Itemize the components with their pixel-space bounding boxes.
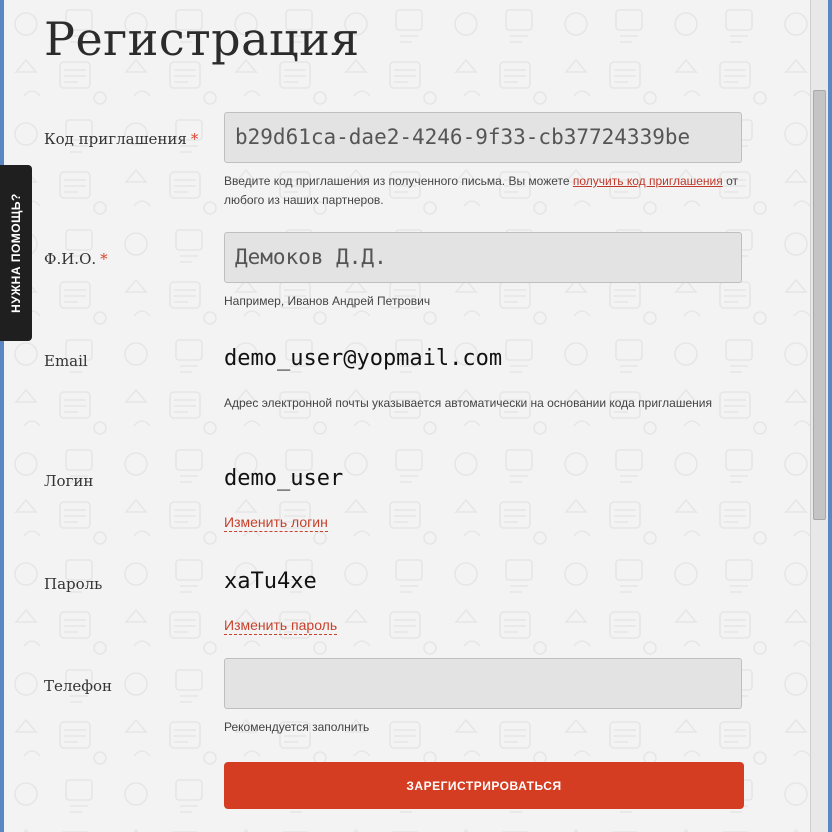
full-name-label: Ф.И.О. * [44, 250, 108, 268]
required-mark: * [100, 250, 108, 268]
full-name-label-text: Ф.И.О. [44, 250, 97, 268]
help-tab[interactable]: НУЖНА ПОМОЩЬ? [0, 165, 32, 341]
get-invite-code-link[interactable]: получить код приглашения [573, 174, 723, 188]
phone-hint: Рекомендуется заполнить [224, 720, 370, 734]
page-title: Регистрация [44, 12, 360, 66]
password-value: xaTu4xe [224, 569, 317, 594]
login-value: demo_user [224, 466, 344, 491]
password-label: Пароль [44, 575, 103, 593]
required-mark: * [190, 130, 199, 148]
phone-label: Телефон [44, 677, 113, 695]
change-password-link[interactable]: Изменить пароль [224, 617, 338, 635]
register-button[interactable]: ЗАРЕГИСТРИРОВАТЬСЯ [224, 762, 744, 809]
email-hint: Адрес электронной почты указывается авто… [224, 396, 712, 410]
invite-code-input[interactable]: b29d61ca-dae2-4246-9f33-cb37724339be [224, 112, 742, 163]
email-value: demo_user@yopmail.com [224, 346, 503, 371]
registration-window: Регистрация Код приглашения * b29d61ca-da… [4, 0, 828, 832]
phone-input[interactable] [224, 658, 742, 709]
scrollbar-thumb[interactable] [813, 90, 826, 520]
change-login-link[interactable]: Изменить логин [224, 514, 328, 532]
invite-code-hint: Введите код приглашения из полученного п… [224, 172, 744, 210]
full-name-hint: Например, Иванов Андрей Петрович [224, 294, 431, 308]
login-label: Логин [44, 472, 94, 490]
email-label: Email [44, 352, 88, 370]
full-name-input[interactable]: Демоков Д.Д. [224, 232, 742, 283]
invite-code-label: Код приглашения * [44, 130, 198, 148]
help-tab-label: НУЖНА ПОМОЩЬ? [9, 193, 23, 313]
invite-code-hint-text: Введите код приглашения из полученного п… [224, 174, 573, 188]
invite-code-label-text: Код приглашения [44, 130, 187, 148]
vertical-scrollbar[interactable] [810, 0, 828, 832]
